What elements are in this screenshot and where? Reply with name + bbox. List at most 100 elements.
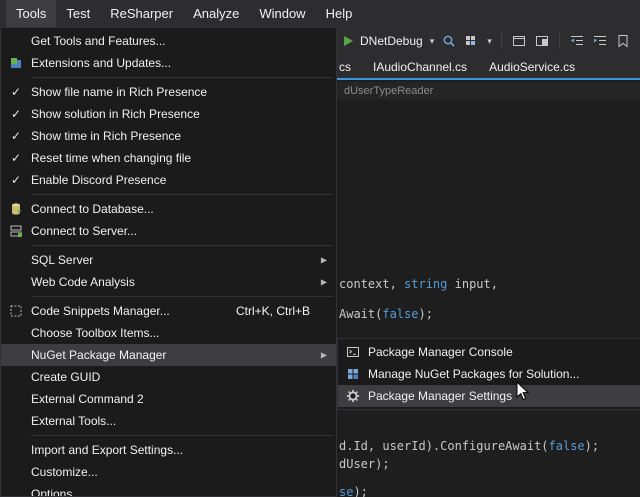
bookmark-icon[interactable]	[615, 33, 631, 49]
checkmark-icon: ✓	[1, 86, 31, 98]
database-icon	[1, 202, 31, 216]
menu-item-label: Show solution in Rich Presence	[31, 107, 200, 121]
dock-window-icon[interactable]	[534, 33, 550, 49]
menu-item-connect-to-database[interactable]: Connect to Database...	[1, 198, 336, 220]
code-token: );	[585, 439, 599, 453]
nuget-package-icon	[338, 367, 368, 381]
code-editor[interactable]: context, string input, Await(false); d.I…	[337, 100, 640, 497]
menu-item-connect-to-server[interactable]: Connect to Server...	[1, 220, 336, 242]
debug-target-label[interactable]: DNetDebug	[360, 34, 423, 48]
code-token: false	[382, 307, 418, 321]
start-debugging-icon[interactable]	[344, 36, 353, 46]
tab-audioservice[interactable]: AudioService.cs	[478, 55, 586, 78]
menu-separator	[31, 245, 333, 246]
menu-item-label: SQL Server	[31, 253, 93, 267]
decrease-indent-icon[interactable]	[569, 33, 585, 49]
mouse-cursor	[516, 381, 532, 403]
submenu-arrow-icon: ▶	[321, 256, 327, 265]
checkmark-icon: ✓	[1, 152, 31, 164]
menu-item-reset-time[interactable]: ✓ Reset time when changing file	[1, 147, 336, 169]
code-line: context, string input,	[339, 277, 498, 291]
menu-separator	[31, 435, 333, 436]
menu-item-show-file-name[interactable]: ✓ Show file name in Rich Presence	[1, 81, 336, 103]
increase-indent-icon[interactable]	[592, 33, 608, 49]
menu-item-label: Show time in Rich Presence	[31, 129, 181, 143]
checkmark-icon: ✓	[1, 130, 31, 142]
menu-item-label: Connect to Server...	[31, 224, 137, 238]
menubar-resharper[interactable]: ReSharper	[100, 0, 183, 27]
menu-item-label: Customize...	[31, 465, 98, 479]
gear-icon	[338, 389, 368, 403]
debug-target-chevron-icon[interactable]: ▾	[430, 36, 435, 47]
menu-item-label: Extensions and Updates...	[31, 56, 171, 70]
tab-partial[interactable]: cs	[337, 55, 362, 78]
menu-item-sql-server[interactable]: SQL Server ▶	[1, 249, 336, 271]
menu-separator	[31, 296, 333, 297]
menu-item-enable-discord-presence[interactable]: ✓ Enable Discord Presence	[1, 169, 336, 191]
menu-item-show-time[interactable]: ✓ Show time in Rich Presence	[1, 125, 336, 147]
code-token: dUser);	[339, 457, 390, 471]
breadcrumb-type-label: dUserTypeReader	[344, 85, 433, 97]
nuget-submenu: Package Manager Console Manage NuGet Pac…	[337, 338, 640, 410]
menu-item-label: Get Tools and Features...	[31, 34, 166, 48]
code-token: );	[353, 485, 367, 497]
submenu-item-manage-nuget-packages[interactable]: Manage NuGet Packages for Solution...	[338, 363, 640, 385]
float-window-icon[interactable]	[511, 33, 527, 49]
menu-item-shortcut: Ctrl+K, Ctrl+B	[236, 304, 336, 318]
menu-item-show-solution[interactable]: ✓ Show solution in Rich Presence	[1, 103, 336, 125]
code-line: d.Id, userId).ConfigureAwait(false);	[339, 439, 599, 453]
menu-item-label: Enable Discord Presence	[31, 173, 166, 187]
submenu-item-package-manager-console[interactable]: Package Manager Console	[338, 341, 640, 363]
menu-item-label: Create GUID	[31, 370, 100, 384]
menu-item-label: Package Manager Console	[368, 345, 513, 359]
tab-iaudiochannel[interactable]: IAudioChannel.cs	[362, 55, 478, 78]
code-token: se	[339, 485, 353, 497]
menu-item-label: NuGet Package Manager	[31, 348, 166, 362]
menu-item-options[interactable]: Options...	[1, 483, 336, 497]
menubar-tools[interactable]: Tools	[6, 0, 56, 27]
extensions-icon	[1, 56, 31, 70]
server-icon	[1, 224, 31, 238]
menubar-help[interactable]: Help	[316, 0, 363, 27]
grid-icon[interactable]	[464, 33, 480, 49]
menu-item-create-guid[interactable]: Create GUID	[1, 366, 336, 388]
menu-item-external-command-2[interactable]: External Command 2	[1, 388, 336, 410]
code-line: se);	[339, 485, 368, 497]
menu-item-label: External Command 2	[31, 392, 144, 406]
menubar-analyze[interactable]: Analyze	[183, 0, 249, 27]
code-token: false	[549, 439, 585, 453]
breadcrumb[interactable]: dUserTypeReader	[337, 82, 640, 100]
code-token: context,	[339, 277, 404, 291]
menu-item-label: External Tools...	[31, 414, 116, 428]
menubar-window[interactable]: Window	[249, 0, 315, 27]
menu-item-label: Connect to Database...	[31, 202, 154, 216]
menu-item-label: Web Code Analysis	[31, 275, 135, 289]
menu-item-label: Choose Toolbox Items...	[31, 326, 160, 340]
menu-item-extensions-and-updates[interactable]: Extensions and Updates...	[1, 52, 336, 74]
menu-item-label: Options...	[31, 487, 82, 497]
menu-item-external-tools[interactable]: External Tools...	[1, 410, 336, 432]
search-icon[interactable]	[441, 33, 457, 49]
menu-item-label: Code Snippets Manager...	[31, 304, 170, 318]
menu-item-label: Import and Export Settings...	[31, 443, 183, 457]
submenu-arrow-icon: ▶	[321, 278, 327, 287]
menu-bar: Tools Test ReSharper Analyze Window Help	[0, 0, 640, 27]
chevron-down-icon[interactable]: ▾	[487, 36, 492, 47]
menu-item-code-snippets-manager[interactable]: Code Snippets Manager... Ctrl+K, Ctrl+B	[1, 300, 336, 322]
menu-item-get-tools-and-features[interactable]: Get Tools and Features...	[1, 30, 336, 52]
menu-item-import-export-settings[interactable]: Import and Export Settings...	[1, 439, 336, 461]
console-icon	[338, 345, 368, 359]
menu-item-label: Manage NuGet Packages for Solution...	[368, 367, 579, 381]
menu-item-customize[interactable]: Customize...	[1, 461, 336, 483]
checkmark-icon: ✓	[1, 108, 31, 120]
toolbar-separator	[501, 33, 502, 49]
submenu-item-package-manager-settings[interactable]: Package Manager Settings	[338, 385, 640, 407]
menu-item-label: Show file name in Rich Presence	[31, 85, 207, 99]
menu-item-nuget-package-manager[interactable]: NuGet Package Manager ▶	[1, 344, 336, 366]
submenu-arrow-icon: ▶	[321, 351, 327, 360]
menu-item-web-code-analysis[interactable]: Web Code Analysis ▶	[1, 271, 336, 293]
code-token: );	[418, 307, 432, 321]
toolbar-separator	[559, 33, 560, 49]
menubar-test[interactable]: Test	[56, 0, 100, 27]
menu-item-choose-toolbox-items[interactable]: Choose Toolbox Items...	[1, 322, 336, 344]
